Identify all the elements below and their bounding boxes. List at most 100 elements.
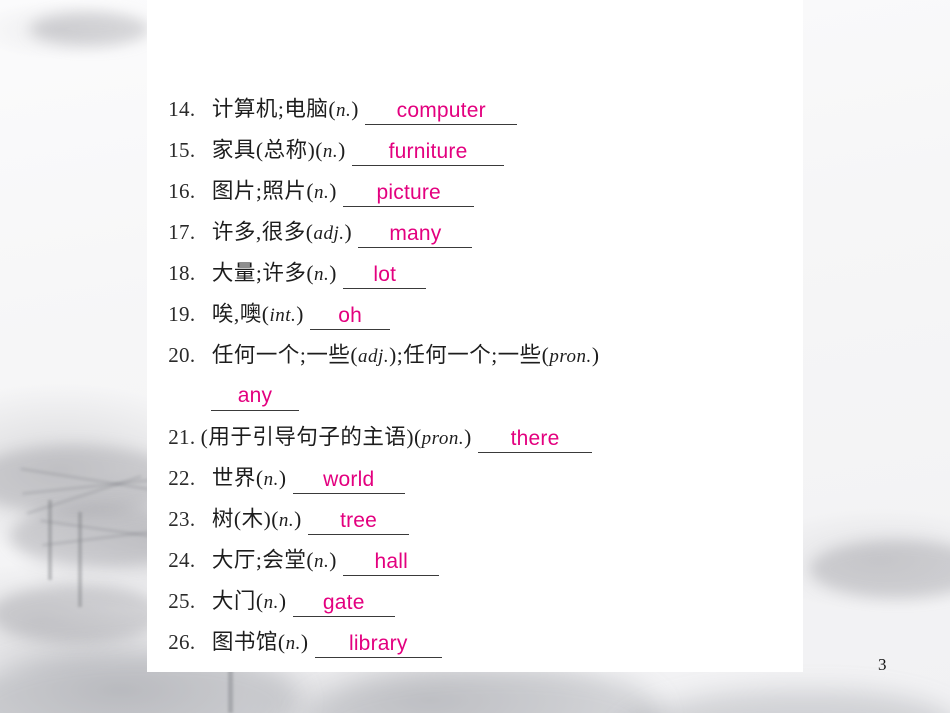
item-chinese: 大门( bbox=[211, 589, 264, 613]
item-part-of-speech: pron. bbox=[549, 346, 592, 367]
item-part-of-speech: n. bbox=[314, 264, 330, 285]
list-item: 20. 任何一个;一些(adj.);任何一个;一些(pron.) bbox=[147, 335, 803, 376]
item-paren-close: ) bbox=[344, 220, 353, 244]
list-item: 23. 树(木)(n.) tree bbox=[147, 499, 803, 540]
answer-blank[interactable]: hall bbox=[343, 545, 440, 576]
item-number: 21. bbox=[168, 425, 196, 449]
item-number: 22. bbox=[168, 466, 196, 490]
item-number: 20. bbox=[168, 343, 196, 367]
list-item: 25. 大门(n.) gate bbox=[147, 581, 803, 622]
item-chinese: 图片;照片( bbox=[211, 179, 315, 203]
answer-blank[interactable]: any bbox=[211, 380, 299, 411]
list-item: 26. 图书馆(n.) library bbox=[147, 622, 803, 663]
answer-text: any bbox=[237, 384, 273, 407]
answer-blank[interactable]: lot bbox=[343, 258, 427, 289]
item-paren-close: ) bbox=[294, 507, 302, 531]
item-number: 16. bbox=[168, 179, 196, 203]
list-item: 14. 计算机;电脑(n.) computer bbox=[147, 89, 803, 130]
list-item-continuation: any bbox=[147, 376, 803, 417]
list-item: 19. 唉,噢(int.) oh bbox=[147, 294, 803, 335]
item-paren-close: ) bbox=[329, 261, 337, 285]
item-chinese: 大量;许多( bbox=[211, 261, 315, 285]
vocabulary-list: 14. 计算机;电脑(n.) computer 15. 家具(总称)(n.) f… bbox=[147, 0, 803, 663]
list-item: 22. 世界(n.) world bbox=[147, 458, 803, 499]
item-number: 15. bbox=[168, 138, 196, 162]
item-part-of-speech: pron. bbox=[421, 428, 465, 449]
answer-blank[interactable]: gate bbox=[292, 586, 395, 617]
answer-text: there bbox=[510, 427, 560, 450]
list-item: 21. (用于引导句子的主语)(pron.) there bbox=[147, 417, 803, 458]
item-part-of-speech: n. bbox=[263, 469, 279, 490]
answer-blank[interactable]: computer bbox=[365, 94, 518, 125]
list-item: 18. 大量;许多(n.) lot bbox=[147, 253, 803, 294]
item-number: 25. bbox=[168, 589, 196, 613]
item-part-of-speech: n. bbox=[336, 100, 352, 121]
answer-blank[interactable]: picture bbox=[343, 176, 475, 207]
answer-blank[interactable]: oh bbox=[310, 299, 391, 330]
item-part-of-speech: n. bbox=[314, 551, 330, 572]
item-number: 14. bbox=[168, 97, 196, 121]
item-chinese: 家具(总称)( bbox=[211, 138, 323, 162]
answer-blank[interactable]: library bbox=[314, 627, 442, 658]
answer-text: hall bbox=[374, 550, 408, 573]
answer-text: picture bbox=[376, 181, 441, 204]
item-paren-close: ) bbox=[296, 302, 304, 326]
answer-text: many bbox=[389, 222, 442, 245]
content-card: 14. 计算机;电脑(n.) computer 15. 家具(总称)(n.) f… bbox=[147, 0, 803, 672]
lily-pad-icon bbox=[0, 585, 165, 643]
item-paren-close: ) bbox=[591, 343, 600, 367]
answer-blank[interactable]: furniture bbox=[352, 135, 505, 166]
list-item: 16. 图片;照片(n.) picture bbox=[147, 171, 803, 212]
item-number: 23. bbox=[168, 507, 196, 531]
list-item: 24. 大厅;会堂(n.) hall bbox=[147, 540, 803, 581]
item-chinese-mid: );任何一个;一些( bbox=[389, 343, 550, 367]
item-paren-close: ) bbox=[278, 466, 287, 490]
item-paren-close: ) bbox=[464, 425, 472, 449]
lily-pad-icon bbox=[30, 12, 150, 46]
item-chinese: (用于引导句子的主语)( bbox=[200, 425, 422, 449]
answer-text: lot bbox=[373, 263, 397, 286]
item-paren-close: ) bbox=[329, 179, 337, 203]
item-chinese: 图书馆( bbox=[211, 630, 286, 654]
item-number: 24. bbox=[168, 548, 196, 572]
answer-text: library bbox=[348, 632, 408, 655]
answer-blank[interactable]: many bbox=[358, 217, 473, 248]
item-number: 17. bbox=[168, 220, 196, 244]
item-chinese: 许多,很多( bbox=[211, 220, 314, 244]
item-chinese: 唉,噢( bbox=[211, 302, 270, 326]
answer-blank[interactable]: world bbox=[292, 463, 405, 494]
answer-text: oh bbox=[338, 304, 363, 327]
item-paren-close: ) bbox=[278, 589, 287, 613]
item-chinese: 大厅;会堂( bbox=[211, 548, 315, 572]
item-paren-close: ) bbox=[300, 630, 309, 654]
list-item: 17. 许多,很多(adj.) many bbox=[147, 212, 803, 253]
item-number: 19. bbox=[168, 302, 196, 326]
item-part-of-speech: adj. bbox=[358, 346, 390, 367]
item-chinese: 任何一个;一些( bbox=[211, 343, 359, 367]
lotus-stem bbox=[78, 512, 82, 607]
item-chinese: 世界( bbox=[211, 466, 264, 490]
answer-text: tree bbox=[340, 509, 378, 532]
answer-blank[interactable]: tree bbox=[308, 504, 410, 535]
item-part-of-speech: n. bbox=[278, 510, 295, 531]
item-part-of-speech: n. bbox=[322, 141, 339, 162]
answer-text: world bbox=[323, 468, 375, 491]
item-chinese: 计算机;电脑( bbox=[211, 97, 337, 121]
page-number: 3 bbox=[878, 655, 887, 674]
list-item: 15. 家具(总称)(n.) furniture bbox=[147, 130, 803, 171]
answer-text: computer bbox=[396, 99, 486, 122]
bg-shadow-mass bbox=[620, 690, 950, 713]
lily-pad-icon bbox=[810, 540, 950, 598]
answer-blank[interactable]: there bbox=[478, 422, 593, 453]
item-number: 26. bbox=[168, 630, 196, 654]
answer-text: furniture bbox=[388, 140, 468, 163]
item-number: 18. bbox=[168, 261, 196, 285]
item-part-of-speech: n. bbox=[314, 182, 330, 203]
item-part-of-speech: int. bbox=[269, 305, 297, 326]
item-paren-close: ) bbox=[351, 97, 359, 121]
item-part-of-speech: n. bbox=[263, 592, 279, 613]
item-paren-close: ) bbox=[338, 138, 346, 162]
lotus-stem bbox=[48, 500, 52, 580]
item-part-of-speech: n. bbox=[285, 633, 301, 654]
slide-canvas: 14. 计算机;电脑(n.) computer 15. 家具(总称)(n.) f… bbox=[0, 0, 950, 713]
